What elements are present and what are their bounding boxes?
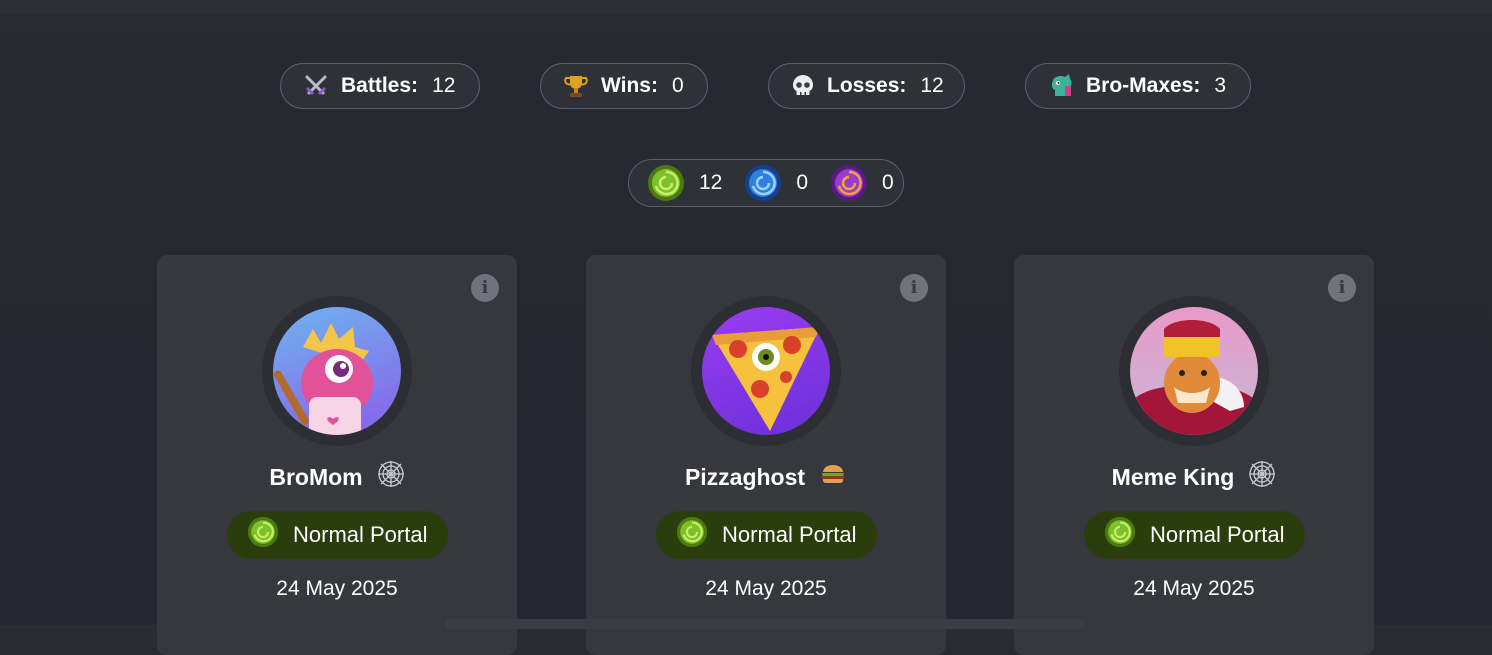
bottom-panel-edge (445, 619, 1085, 629)
fighter-name: BroMom (269, 463, 363, 490)
portal-counts: 12 0 0 (628, 159, 904, 207)
info-icon[interactable]: i (1328, 274, 1356, 302)
portal-type-label: Normal Portal (1150, 522, 1285, 547)
bromom-avatar-image (273, 307, 401, 435)
losses-stat: Losses: 12 (768, 63, 965, 109)
green-portal-icon (247, 516, 279, 554)
battles-value: 12 (432, 74, 456, 97)
meme-king-avatar-image (1130, 307, 1258, 435)
battle-date: 24 May 2025 (705, 577, 827, 600)
pizzaghost-avatar-image (702, 307, 830, 435)
avatar (262, 296, 412, 446)
bro-maxes-value: 3 (1214, 74, 1227, 97)
battle-date: 24 May 2025 (276, 577, 398, 600)
battle-card[interactable]: i Meme King Normal Portal 24 May 2025 (1014, 255, 1374, 655)
portal-badge: Normal Portal (1084, 511, 1305, 559)
portal-badge: Normal Portal (227, 511, 448, 559)
crossed-swords-icon (301, 71, 331, 101)
blue-portal-icon (744, 164, 782, 202)
wins-value: 0 (671, 74, 684, 97)
fighter-name-row: Meme King (1014, 460, 1374, 494)
info-icon[interactable]: i (900, 274, 928, 302)
battle-card[interactable]: i Pizzaghost Normal Portal 24 May 2025 (586, 255, 946, 655)
battle-card[interactable]: i BroMom Normal Portal 24 May 2025 (157, 255, 517, 655)
spiderweb-icon (377, 460, 405, 494)
purple-portal-count: 0 (882, 171, 894, 194)
portal-type-label: Normal Portal (722, 522, 857, 547)
skull-icon (789, 71, 817, 101)
green-portal-count: 12 (699, 171, 723, 194)
battles-label: Battles: (341, 74, 419, 97)
fighter-name: Meme King (1111, 463, 1235, 490)
wins-stat: Wins: 0 (540, 63, 708, 109)
trophy-icon (561, 71, 591, 101)
burger-icon (819, 460, 847, 494)
fighter-name-row: Pizzaghost (586, 460, 946, 494)
bro-maxes-stat: Bro-Maxes: 3 (1025, 63, 1251, 109)
green-portal-icon (676, 516, 708, 554)
losses-value: 12 (920, 74, 944, 97)
battle-date: 24 May 2025 (1133, 577, 1255, 600)
green-portal-icon (1104, 516, 1136, 554)
portal-type-label: Normal Portal (293, 522, 428, 547)
losses-label: Losses: (827, 74, 907, 97)
bro-maxes-label: Bro-Maxes: (1086, 74, 1201, 97)
portal-badge: Normal Portal (656, 511, 877, 559)
spiderweb-icon (1248, 460, 1276, 494)
top-bar-shade (0, 0, 1492, 14)
fighter-name: Pizzaghost (684, 463, 806, 490)
dragon-icon (1046, 71, 1076, 101)
green-portal-icon (647, 164, 685, 202)
blue-portal-count: 0 (796, 171, 809, 194)
info-icon[interactable]: i (471, 274, 499, 302)
fighter-name-row: BroMom (157, 460, 517, 494)
avatar (1119, 296, 1269, 446)
wins-label: Wins: (601, 74, 658, 97)
battles-stat: Battles: 12 (280, 63, 480, 109)
avatar (691, 296, 841, 446)
purple-portal-icon (830, 164, 868, 202)
